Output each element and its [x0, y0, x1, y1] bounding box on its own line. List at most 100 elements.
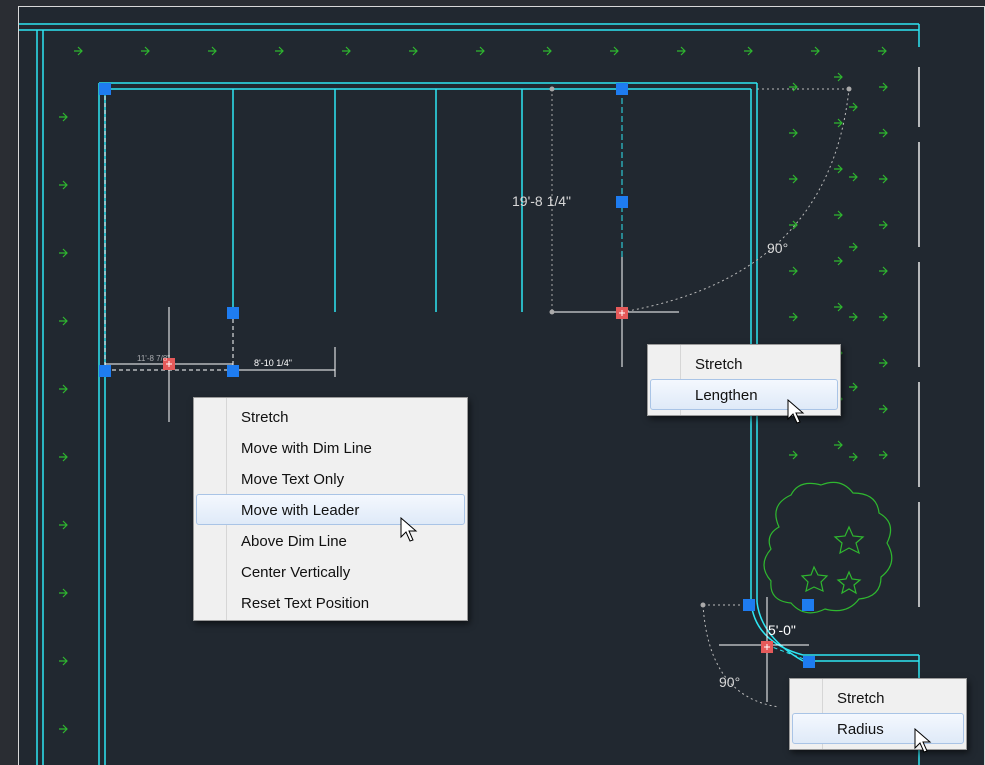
hatch-arrow: [834, 302, 843, 312]
hatch-arrow: [789, 450, 798, 460]
hatch-arrow: [789, 128, 798, 138]
endpoint-dot: [700, 602, 706, 608]
grip[interactable]: [99, 365, 111, 377]
hatch-arrow: [744, 46, 753, 56]
hatch-arrow: [879, 82, 888, 92]
menu-item-label: Reset Text Position: [241, 595, 370, 612]
grip[interactable]: [743, 599, 755, 611]
grip[interactable]: [616, 83, 628, 95]
grip[interactable]: [803, 656, 815, 668]
endpoint-dot: [549, 86, 555, 92]
menu-item-label: Radius: [837, 721, 884, 738]
menu-item-move-with-leader[interactable]: Move with Leader: [196, 494, 465, 525]
hatch-arrow: [834, 210, 843, 220]
mouse-cursor-icon: [787, 399, 805, 424]
hatch-arrow: [834, 72, 843, 82]
hatch-arrow: [834, 256, 843, 266]
hatch-arrow: [879, 266, 888, 276]
menu-item-label: Above Dim Line: [241, 533, 347, 550]
hatch-arrow: [789, 220, 798, 230]
hatch-arrow: [879, 358, 888, 368]
hatch-arrow: [141, 46, 150, 56]
menu-item-label: Stretch: [241, 409, 289, 426]
radius-label: 5'-0": [768, 622, 796, 638]
hatch-arrow: [789, 174, 798, 184]
endpoint-dot: [846, 86, 852, 92]
radius-grip-context-menu: Stretch Radius: [789, 678, 967, 750]
hatch-arrow: [677, 46, 686, 56]
hatch-arrow: [849, 102, 858, 112]
hatch-arrow: [409, 46, 418, 56]
hatch-arrow: [59, 520, 68, 530]
mouse-cursor-icon: [914, 728, 932, 753]
hatch-arrow: [879, 450, 888, 460]
autocad-viewport: 19'-8 1/4" 8'-10 1/4" 11'-8 7/8" 90° 90°…: [0, 0, 985, 765]
tree-symbol: [763, 481, 893, 614]
angle-label-upper: 90°: [767, 240, 788, 256]
hatch-arrow: [610, 46, 619, 56]
grip[interactable]: [99, 83, 111, 95]
hatch-arrow: [879, 404, 888, 414]
hatch-arrow: [879, 220, 888, 230]
hatch-arrow: [879, 174, 888, 184]
menu-item-label: Move with Leader: [241, 502, 360, 519]
menu-item-label: Move Text Only: [241, 471, 345, 488]
hatch-arrow: [59, 316, 68, 326]
menu-item-move-with-dim-line[interactable]: Move with Dim Line: [196, 432, 465, 463]
menu-item-stretch[interactable]: Stretch: [196, 401, 465, 432]
hatch-arrow: [878, 46, 887, 56]
hatch-arrow: [789, 312, 798, 322]
menu-item-radius[interactable]: Radius: [792, 713, 964, 744]
drawing-canvas[interactable]: 19'-8 1/4" 8'-10 1/4" 11'-8 7/8" 90° 90°…: [18, 6, 985, 765]
hatch-arrow: [59, 112, 68, 122]
hatch-arrow: [834, 118, 843, 128]
hatch-arrow: [208, 46, 217, 56]
menu-item-label: Stretch: [695, 356, 743, 373]
menu-item-stretch[interactable]: Stretch: [792, 682, 964, 713]
hatch-arrow: [543, 46, 552, 56]
menu-item-move-text-only[interactable]: Move Text Only: [196, 463, 465, 494]
hatch-arrow: [789, 82, 798, 92]
arc-grip-context-menu: Stretch Lengthen: [647, 344, 841, 416]
hatch-arrow: [849, 382, 858, 392]
hatch-arrow: [879, 312, 888, 322]
hatch-arrow: [834, 440, 843, 450]
hatch-arrow: [834, 164, 843, 174]
menu-item-center-vertically[interactable]: Center Vertically: [196, 556, 465, 587]
menu-item-reset-text-position[interactable]: Reset Text Position: [196, 587, 465, 618]
hatch-arrow: [59, 248, 68, 258]
menu-item-label: Center Vertically: [241, 564, 351, 581]
dim-text-context-menu: Stretch Move with Dim Line Move Text Only M…: [193, 397, 468, 621]
hatch-arrow: [849, 312, 858, 322]
hatch-arrow: [849, 172, 858, 182]
hatch-arrow: [879, 128, 888, 138]
hatch-arrow: [849, 452, 858, 462]
angle-label-lower: 90°: [719, 674, 740, 690]
menu-item-stretch[interactable]: Stretch: [650, 348, 838, 379]
small-dimension-label: 8'-10 1/4": [254, 358, 292, 368]
menu-item-above-dim-line[interactable]: Above Dim Line: [196, 525, 465, 556]
hatch-arrow: [275, 46, 284, 56]
menu-item-lengthen[interactable]: Lengthen: [650, 379, 838, 410]
hatch-arrow: [342, 46, 351, 56]
grip[interactable]: [616, 196, 628, 208]
menu-item-label: Move with Dim Line: [241, 440, 372, 457]
grip[interactable]: [227, 365, 239, 377]
hatch-arrow: [59, 384, 68, 394]
grip[interactable]: [227, 307, 239, 319]
menu-item-label: Stretch: [837, 690, 885, 707]
hatch-arrow: [789, 266, 798, 276]
hatch-arrow: [59, 724, 68, 734]
hatch-arrow: [59, 180, 68, 190]
hatch-arrow: [849, 242, 858, 252]
small-dimension-label-left: 11'-8 7/8": [137, 354, 170, 363]
grip[interactable]: [802, 599, 814, 611]
hatch-arrow: [811, 46, 820, 56]
menu-item-label: Lengthen: [695, 387, 758, 404]
hatch-arrow: [59, 452, 68, 462]
hatch-arrow: [74, 46, 83, 56]
endpoint-dot: [549, 309, 555, 315]
dimension-label: 19'-8 1/4": [512, 193, 571, 209]
hatch-arrow: [59, 588, 68, 598]
mouse-cursor-icon: [400, 517, 418, 542]
